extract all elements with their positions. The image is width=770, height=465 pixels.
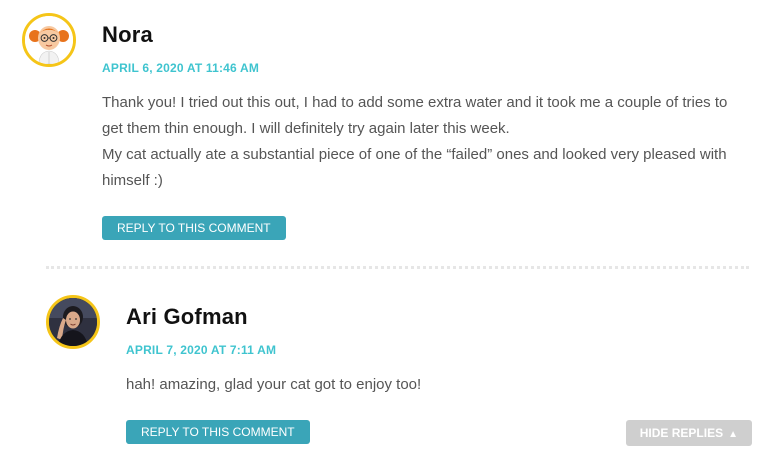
- cartoon-girl-avatar-icon: [25, 16, 73, 64]
- comment-divider: [46, 266, 749, 269]
- avatar-nora[interactable]: [22, 13, 76, 67]
- comment-author: Nora: [102, 22, 153, 47]
- comment-body: Thank you! I tried out this out, I had t…: [102, 90, 750, 194]
- comment-author: Ari Gofman: [126, 304, 248, 329]
- comment-date-link[interactable]: APRIL 6, 2020 AT 11:46 AM: [102, 61, 259, 75]
- comment-body: hah! amazing, glad your cat got to enjoy…: [126, 372, 726, 398]
- reply-button[interactable]: REPLY TO THIS COMMENT: [126, 420, 310, 444]
- reply-button[interactable]: REPLY TO THIS COMMENT: [102, 216, 286, 240]
- comment-date-link[interactable]: APRIL 7, 2020 AT 7:11 AM: [126, 343, 276, 357]
- triangle-up-icon: ▲: [728, 429, 738, 440]
- comment-paragraph: My cat actually ate a substantial piece …: [102, 146, 727, 189]
- comment-paragraph: hah! amazing, glad your cat got to enjoy…: [126, 376, 422, 393]
- comment-paragraph: Thank you! I tried out this out, I had t…: [102, 94, 728, 137]
- photo-avatar-icon: [49, 298, 97, 346]
- hide-replies-label: HIDE REPLIES: [639, 426, 724, 440]
- hide-replies-button[interactable]: HIDE REPLIES ▲: [625, 420, 752, 446]
- avatar-ari-gofman[interactable]: [46, 295, 100, 349]
